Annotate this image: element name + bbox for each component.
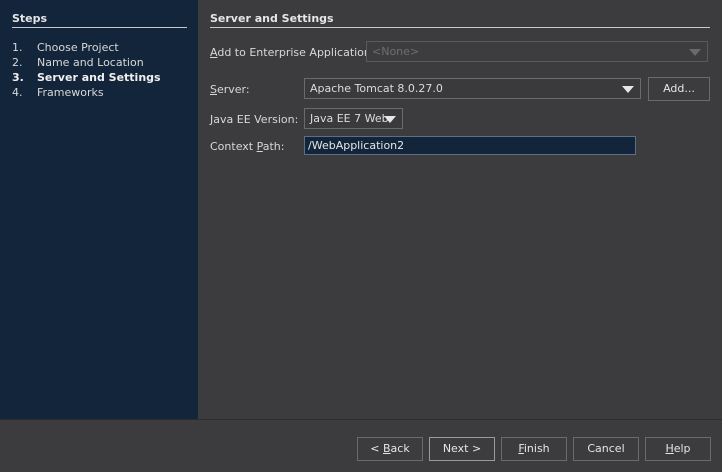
step-label: Name and Location <box>37 56 144 69</box>
server-label: Server: <box>210 83 250 96</box>
java-ee-version-combo[interactable]: Java EE 7 Web <box>304 108 403 129</box>
step-number: 3. <box>12 71 24 84</box>
step-label: Frameworks <box>37 86 104 99</box>
java-ee-version-value: Java EE 7 Web <box>310 112 389 125</box>
java-ee-version-label: Java EE Version: <box>210 113 299 126</box>
add-server-button[interactable]: Add... <box>648 77 710 101</box>
step-number: 4. <box>12 86 23 99</box>
settings-panel: Server and Settings Add to Enterprise Ap… <box>198 0 722 419</box>
server-combo[interactable]: Apache Tomcat 8.0.27.0 <box>304 78 641 99</box>
step-item: 1. Choose Project <box>12 40 161 55</box>
chevron-down-icon <box>622 86 634 93</box>
chevron-down-icon <box>689 49 701 56</box>
enterprise-app-value: <None> <box>372 45 420 58</box>
step-label: Choose Project <box>37 41 119 54</box>
steps-sidebar: Steps 1. Choose Project 2. Name and Loca… <box>0 0 198 419</box>
step-label: Server and Settings <box>37 71 161 84</box>
step-item-current: 3. Server and Settings <box>12 70 161 85</box>
finish-button[interactable]: Finish <box>501 437 567 461</box>
step-number: 2. <box>12 56 23 69</box>
context-path-input[interactable]: /WebApplication2 <box>304 136 636 155</box>
context-path-label: Context Path: <box>210 140 285 153</box>
enterprise-app-combo[interactable]: <None> <box>366 41 708 62</box>
chevron-down-icon <box>384 116 396 123</box>
next-button[interactable]: Next > <box>429 437 495 461</box>
help-button[interactable]: Help <box>645 437 711 461</box>
steps-list: 1. Choose Project 2. Name and Location 3… <box>12 40 161 100</box>
enterprise-app-label: Add to Enterprise Application: <box>210 46 375 59</box>
step-item: 2. Name and Location <box>12 55 161 70</box>
steps-title: Steps <box>12 12 187 28</box>
step-number: 1. <box>12 41 23 54</box>
step-item: 4. Frameworks <box>12 85 161 100</box>
server-value: Apache Tomcat 8.0.27.0 <box>310 82 443 95</box>
cancel-button[interactable]: Cancel <box>573 437 639 461</box>
button-bar: < Back Next > Finish Cancel Help <box>0 420 722 472</box>
panel-title: Server and Settings <box>210 12 710 28</box>
back-button[interactable]: < Back <box>357 437 423 461</box>
